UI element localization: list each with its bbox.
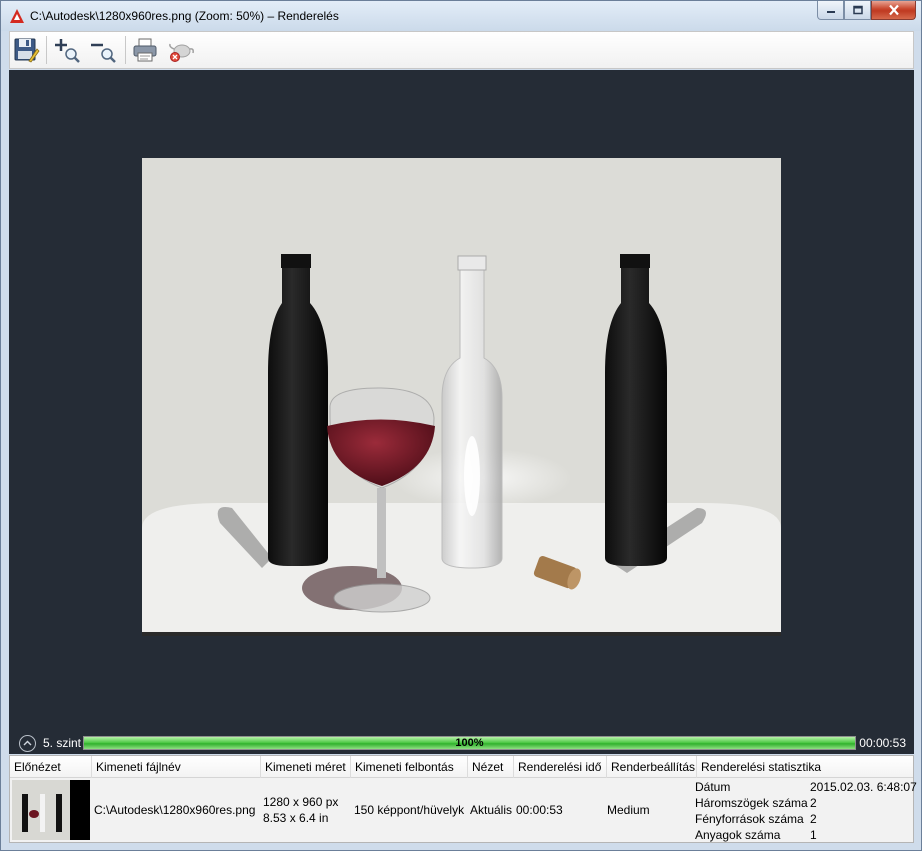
- zoom-in-icon: [55, 39, 80, 63]
- progress-percent-label: 100%: [455, 737, 484, 749]
- output-resolution: 150 képpont/hüvelyk: [354, 803, 465, 817]
- rendered-image: [142, 158, 781, 636]
- minimize-icon: [826, 11, 835, 13]
- autocad-logo-icon: [10, 9, 24, 23]
- chevron-up-icon: [23, 740, 32, 746]
- close-icon: [888, 4, 899, 16]
- column-header-render-time[interactable]: Renderelési idő: [514, 756, 607, 778]
- close-button[interactable]: [871, 1, 916, 20]
- zoom-out-icon: [91, 43, 116, 63]
- column-header-filename[interactable]: Kimeneti fájlnév: [92, 756, 261, 778]
- zoom-in-button[interactable]: [53, 36, 81, 64]
- title-bar[interactable]: C:\Autodesk\1280x960res.png (Zoom: 50%) …: [1, 1, 921, 31]
- render-preset: Medium: [607, 803, 650, 817]
- stat-materials: Anyagok száma 1: [695, 828, 817, 842]
- table-header: Előnézet Kimeneti fájlnév Kimeneti méret…: [10, 756, 913, 778]
- print-icon: [133, 38, 157, 62]
- column-header-size[interactable]: Kimeneti méret: [261, 756, 351, 778]
- column-header-view[interactable]: Nézet: [468, 756, 514, 778]
- save-button[interactable]: [12, 36, 40, 64]
- render-history-table: Előnézet Kimeneti fájlnév Kimeneti méret…: [9, 755, 917, 844]
- output-size-px: 1280 x 960 px: [263, 795, 339, 809]
- window-controls: [817, 1, 916, 21]
- table-row[interactable]: C:\Autodesk\1280x960res.png 1280 x 960 p…: [10, 778, 917, 844]
- cancel-render-button[interactable]: [167, 36, 195, 64]
- maximize-button[interactable]: [844, 1, 871, 20]
- stat-lights: Fényforrások száma 2: [695, 812, 817, 826]
- render-viewport[interactable]: [9, 70, 914, 733]
- window-title: C:\Autodesk\1280x960res.png (Zoom: 50%) …: [30, 9, 339, 23]
- column-header-statistics[interactable]: Renderelési statisztika: [697, 756, 913, 778]
- output-size-in: 8.53 x 6.4 in: [263, 811, 329, 825]
- stat-date: Dátum 2015.02.03. 6:48:07: [695, 780, 917, 794]
- column-header-preset[interactable]: Renderbeállítás: [607, 756, 697, 778]
- render-window: C:\Autodesk\1280x960res.png (Zoom: 50%) …: [0, 0, 922, 851]
- render-time: 00:00:53: [516, 803, 563, 817]
- rendered-scene: [142, 158, 781, 636]
- column-header-resolution[interactable]: Kimeneti felbontás: [351, 756, 468, 778]
- column-header-preview[interactable]: Előnézet: [10, 756, 92, 778]
- toolbar: [9, 31, 914, 69]
- expand-details-button[interactable]: [19, 735, 36, 752]
- thumbnail-image: [12, 780, 90, 840]
- save-icon: [14, 38, 40, 63]
- render-progress-bar: 100%: [83, 736, 856, 750]
- output-filename: C:\Autodesk\1280x960res.png: [94, 803, 256, 817]
- render-level-label: 5. szint: [43, 736, 82, 750]
- output-view: Aktuális: [470, 803, 513, 817]
- render-statistics: Dátum 2015.02.03. 6:48:07 Háromszögek sz…: [695, 780, 917, 844]
- print-button[interactable]: [131, 36, 159, 64]
- preview-thumbnail: [12, 780, 90, 840]
- teapot-cancel-icon: [169, 43, 194, 62]
- elapsed-time-label: 00:00:53: [859, 736, 906, 750]
- minimize-button[interactable]: [817, 1, 844, 20]
- zoom-out-button[interactable]: [89, 36, 117, 64]
- maximize-icon: [852, 5, 863, 15]
- stat-triangles: Háromszögek száma 2: [695, 796, 817, 810]
- progress-strip: 5. szint 100% 00:00:53: [9, 733, 914, 754]
